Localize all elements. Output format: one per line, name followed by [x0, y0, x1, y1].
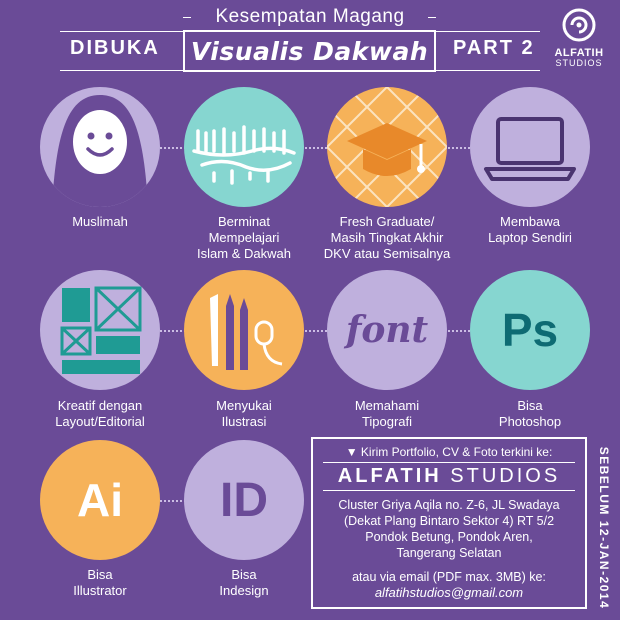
header-right-text: PART 2	[453, 37, 535, 59]
laptop-icon	[484, 117, 576, 181]
photoshop-icon: Ps	[501, 304, 559, 356]
submission-info-box: ▼ Kirim Portfolio, CV & Foto terkini ke:…	[311, 437, 587, 609]
connector-dots	[305, 147, 327, 149]
header-rule-right-upper	[436, 31, 540, 32]
requirement-circle-layout	[40, 270, 160, 390]
requirement-label: Muslimah	[72, 214, 128, 229]
connector-dots	[448, 147, 470, 149]
requirement-circle-islam	[184, 87, 304, 207]
connector-dots	[160, 147, 186, 149]
requirement-label: Berminat Mempelajari Islam & Dakwah	[197, 214, 291, 261]
requirement-label: Bisa Illustrator	[73, 567, 127, 598]
requirement-circle-laptop	[470, 87, 590, 207]
deadline-text: SEBELUM 12-JAN-2014	[597, 446, 611, 610]
requirement-circle-typography: font	[327, 270, 447, 390]
info-heading: Kirim Portfolio, CV & Foto terkini ke:	[360, 445, 553, 459]
requirement-label: Bisa Indesign	[219, 567, 269, 598]
requirement-label: Kreatif dengan Layout/Editorial	[55, 398, 145, 429]
header-rule-left-upper	[60, 31, 183, 32]
requirement-circle-photoshop: Ps	[470, 270, 590, 390]
connector-dots	[305, 330, 327, 332]
header-rule-left-top	[183, 17, 191, 18]
page-title: Visualis Dakwah	[190, 36, 429, 66]
header-rule-right-lower	[436, 70, 540, 71]
font-icon: font	[345, 309, 429, 351]
header-rule-right-top	[428, 17, 436, 18]
graduation-cap-icon	[327, 87, 447, 207]
logo-sub: STUDIOS	[555, 58, 603, 68]
header-title-box: Visualis Dakwah	[183, 30, 436, 72]
info-brand: ALFATIH STUDIOS	[323, 462, 575, 491]
requirement-label: Bisa Photoshop	[498, 398, 562, 429]
requirement-label: Menyukai Ilustrasi	[216, 398, 272, 429]
requirement-circle-muslimah	[40, 87, 160, 207]
connector-dots	[160, 330, 186, 332]
requirement-label: Membawa Laptop Sendiri	[488, 214, 572, 245]
indesign-icon: ID	[220, 473, 268, 527]
header-rule-left-lower	[60, 70, 183, 71]
hijab-face-icon	[52, 95, 148, 207]
illustrator-icon: Ai	[77, 474, 123, 526]
requirement-label: Fresh Graduate/ Masih Tingkat Akhir DKV …	[323, 214, 451, 261]
shahada-calligraphy-icon	[192, 125, 296, 185]
logo: ALFATIH STUDIOS	[546, 8, 612, 68]
connector-dots	[448, 330, 470, 332]
requirement-circle-indesign: ID	[184, 440, 304, 560]
header-left-text: DIBUKA	[70, 37, 160, 59]
requirement-circle-graduate	[327, 87, 447, 207]
info-email[interactable]: alfatihstudios@gmail.com	[313, 585, 585, 600]
requirement-label: Memahami Tipografi	[354, 398, 420, 429]
layout-grid-icon	[60, 286, 142, 374]
info-brand-light: STUDIOS	[450, 465, 561, 487]
spiral-logo-icon	[562, 8, 596, 42]
info-address: Cluster Griya Aqila no. Z-6, JL Swadaya …	[338, 498, 560, 560]
info-email-note: atau via email (PDF max. 3MB) ke:	[352, 570, 546, 584]
triangle-down-icon: ▼	[345, 445, 358, 459]
info-heading-row: ▼ Kirim Portfolio, CV & Foto terkini ke:	[313, 445, 585, 459]
header-top-text: Kesempatan Magang	[215, 6, 405, 27]
requirement-circle-illustration	[184, 270, 304, 390]
info-brand-bold: ALFATIH	[337, 465, 442, 487]
connector-dots	[160, 500, 186, 502]
drawing-tools-icon	[210, 294, 283, 370]
requirement-circle-illustrator: Ai	[40, 440, 160, 560]
